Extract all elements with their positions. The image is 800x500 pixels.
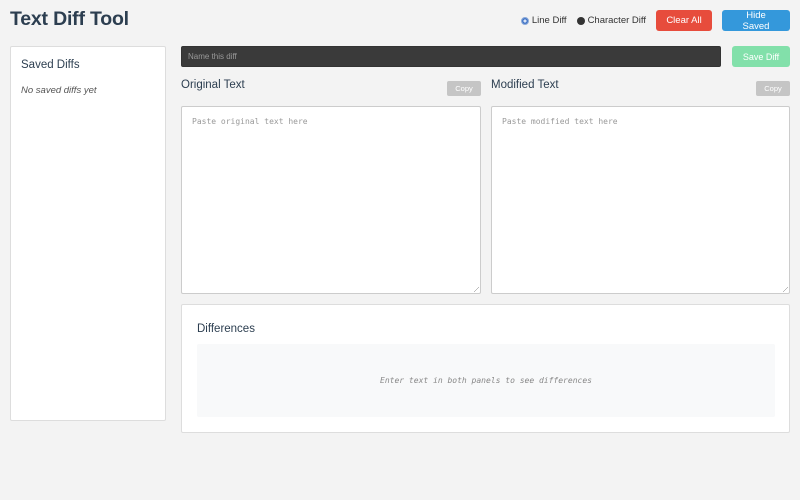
hide-saved-button[interactable]: Hide Saved [722,10,790,32]
copy-modified-button[interactable]: Copy [756,81,790,96]
modified-text-input[interactable] [491,106,790,294]
top-controls: Line Diff Character Diff Clear All Hide … [520,10,790,32]
character-diff-label: Character Diff [587,15,646,26]
saved-diffs-sidebar: Saved Diffs No saved diffs yet [10,46,166,421]
character-diff-radio[interactable]: Character Diff [576,15,646,26]
radio-unchecked-icon[interactable] [576,16,585,25]
line-diff-radio[interactable]: Line Diff [520,15,567,26]
differences-panel: Differences Enter text in both panels to… [181,304,790,433]
resize-handle-icon[interactable] [473,286,479,292]
clear-all-button[interactable]: Clear All [656,10,712,31]
original-text-input[interactable] [181,106,481,294]
line-diff-label: Line Diff [531,15,567,26]
save-diff-button[interactable]: Save Diff [732,46,790,67]
differences-empty-text: Enter text in both panels to see differe… [380,376,592,385]
modified-text-title: Modified Text [491,79,559,91]
original-text-title: Original Text [181,79,245,91]
differences-title: Differences [197,323,255,335]
saved-diffs-empty-text: No saved diffs yet [21,85,97,96]
diff-name-input[interactable] [181,46,721,67]
differences-output: Enter text in both panels to see differe… [197,344,775,417]
saved-diffs-title: Saved Diffs [21,59,80,71]
resize-handle-icon[interactable] [782,286,788,292]
radio-checked-icon[interactable] [520,16,529,25]
copy-original-button[interactable]: Copy [447,81,481,96]
app-title: Text Diff Tool [10,8,129,30]
